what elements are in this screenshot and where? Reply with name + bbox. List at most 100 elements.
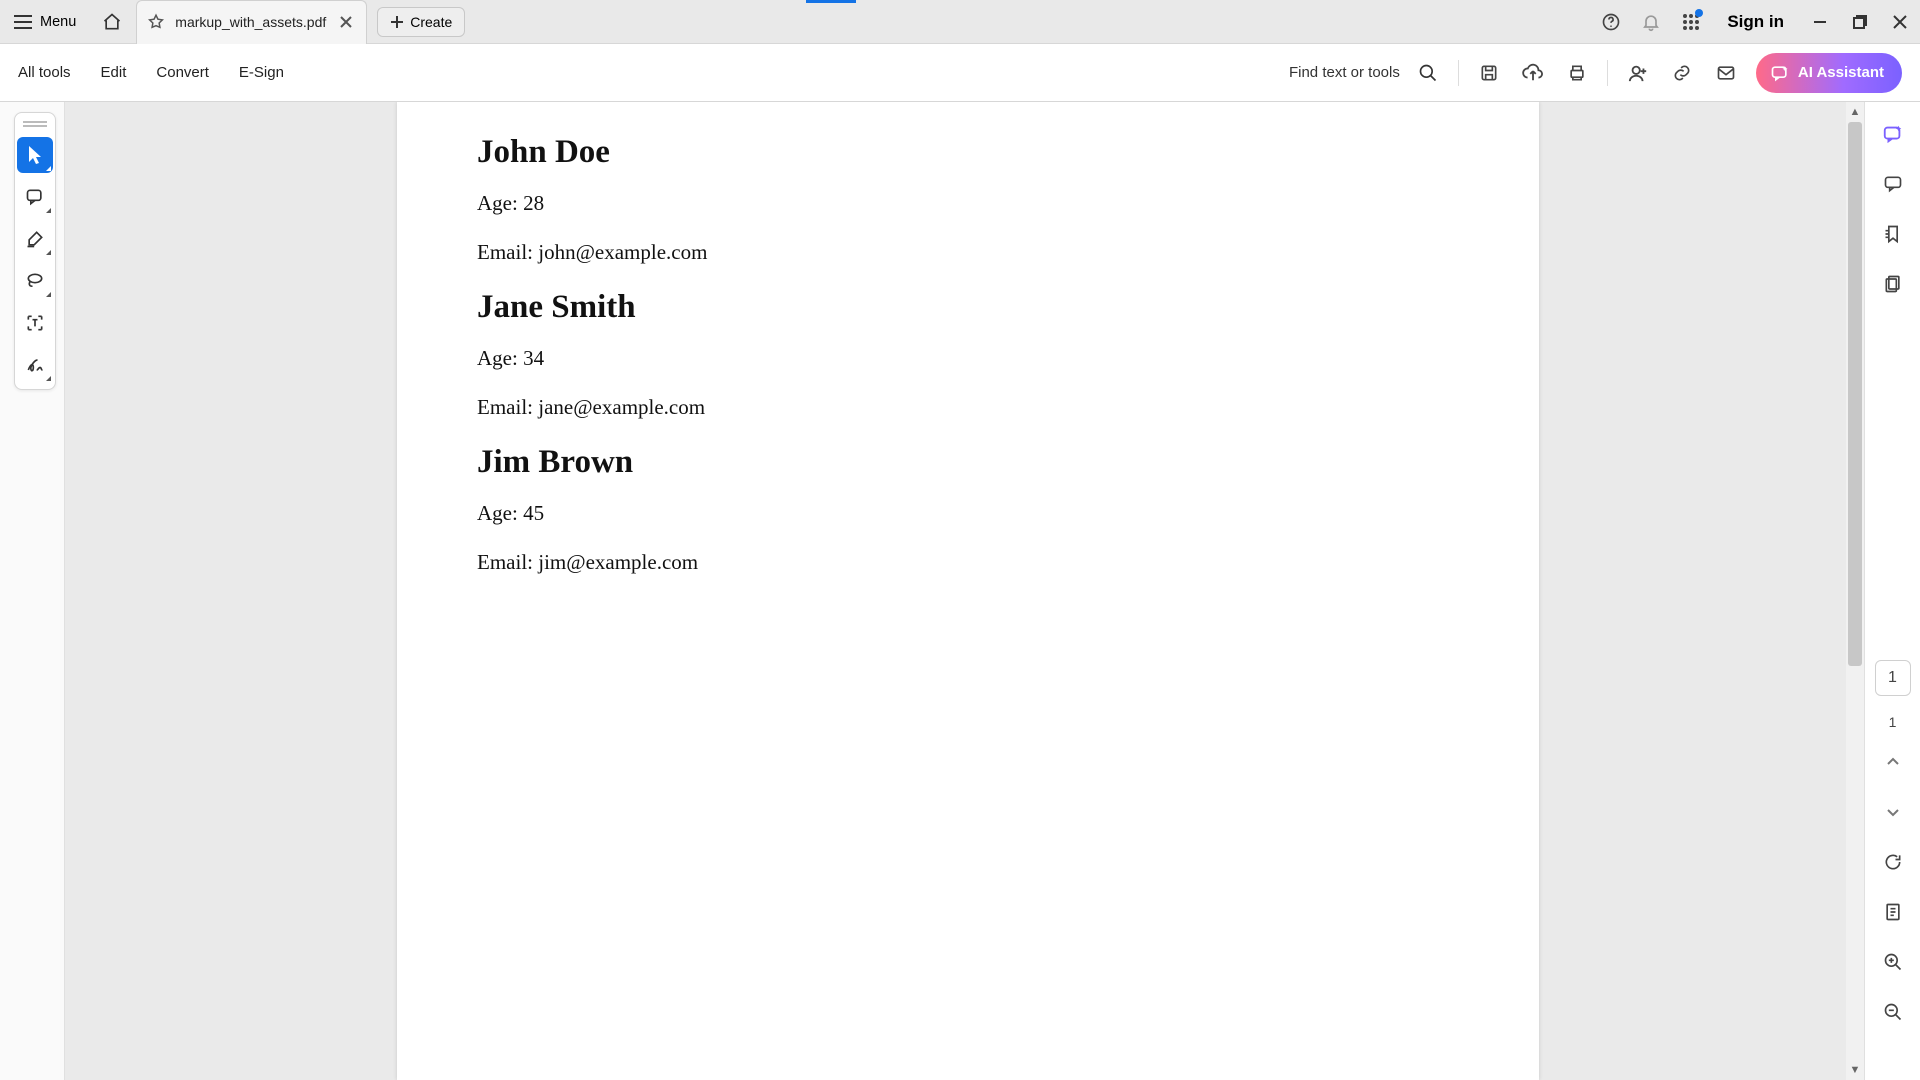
person-email: Email: john@example.com (477, 240, 1459, 265)
title-bar: Menu markup_with_assets.pdf Create Sign … (0, 0, 1920, 44)
cloud-upload-icon (1522, 63, 1544, 83)
plus-icon (390, 15, 404, 29)
minimize-icon (1813, 15, 1827, 29)
mail-icon (1716, 63, 1736, 83)
maximize-icon (1853, 15, 1867, 29)
comment-tool[interactable] (17, 179, 53, 215)
tab-filename: markup_with_assets.pdf (175, 14, 326, 30)
zoom-out-button[interactable] (1875, 994, 1911, 1030)
speech-bubble-icon (1883, 174, 1903, 194)
document-tab[interactable]: markup_with_assets.pdf (136, 0, 367, 44)
signature-icon (25, 355, 45, 375)
total-pages: 1 (1889, 714, 1897, 730)
rotate-icon (1883, 852, 1903, 872)
create-label: Create (410, 14, 452, 30)
loading-progress-bar (806, 0, 856, 3)
left-tool-strip (0, 102, 64, 1080)
lasso-icon (25, 271, 45, 291)
pages-icon (1883, 274, 1903, 294)
bookmark-icon (1883, 224, 1903, 244)
help-icon (1601, 12, 1621, 32)
all-tools-menu[interactable]: All tools (18, 64, 71, 81)
current-page-box[interactable]: 1 (1875, 660, 1911, 696)
print-icon (1567, 63, 1587, 83)
draw-tool[interactable] (17, 263, 53, 299)
page-display-button[interactable] (1875, 894, 1911, 930)
scroll-thumb[interactable] (1848, 122, 1862, 666)
separator (1607, 60, 1608, 86)
convert-menu[interactable]: Convert (156, 64, 209, 81)
comments-panel-button[interactable] (1875, 166, 1911, 202)
scroll-up-arrow[interactable]: ▲ (1846, 102, 1864, 122)
bell-icon (1641, 12, 1661, 32)
ai-assistant-label: AI Assistant (1798, 64, 1884, 81)
find-label[interactable]: Find text or tools (1289, 64, 1400, 81)
tab-close-button[interactable] (336, 12, 356, 32)
apps-button[interactable] (1671, 0, 1711, 44)
save-icon (1479, 63, 1499, 83)
person-email: Email: jim@example.com (477, 550, 1459, 575)
cursor-icon (26, 144, 44, 166)
person-email: Email: jane@example.com (477, 395, 1459, 420)
page-layout-icon (1883, 902, 1903, 922)
save-button[interactable] (1467, 53, 1511, 93)
chevron-down-icon (1885, 804, 1901, 820)
highlight-tool[interactable] (17, 221, 53, 257)
sparkle-chat-icon (1770, 63, 1790, 83)
link-icon (1672, 63, 1692, 83)
thumbnails-panel-button[interactable] (1875, 266, 1911, 302)
person-name: Jim Brown (477, 444, 1459, 481)
window-close-button[interactable] (1880, 0, 1920, 44)
edit-menu[interactable]: Edit (101, 64, 127, 81)
upload-button[interactable] (1511, 53, 1555, 93)
comment-icon (25, 187, 45, 207)
main-area: John Doe Age: 28 Email: john@example.com… (0, 102, 1920, 1080)
scroll-down-arrow[interactable]: ▼ (1846, 1060, 1864, 1080)
close-icon (1893, 15, 1907, 29)
toolbox-grip[interactable] (23, 121, 47, 127)
rotate-button[interactable] (1875, 844, 1911, 880)
pdf-page: John Doe Age: 28 Email: john@example.com… (397, 102, 1539, 1080)
home-button[interactable] (90, 0, 134, 44)
select-tool[interactable] (17, 137, 53, 173)
notifications-button[interactable] (1631, 0, 1671, 44)
window-maximize-button[interactable] (1840, 0, 1880, 44)
menu-button[interactable]: Menu (0, 0, 90, 43)
separator (1458, 60, 1459, 86)
window-minimize-button[interactable] (1800, 0, 1840, 44)
current-page-number: 1 (1888, 669, 1897, 687)
scroll-track[interactable] (1846, 122, 1864, 1060)
ai-panel-button[interactable] (1875, 116, 1911, 152)
person-age: Age: 28 (477, 191, 1459, 216)
text-select-tool[interactable] (17, 305, 53, 341)
link-button[interactable] (1660, 53, 1704, 93)
text-select-icon (25, 313, 45, 333)
home-icon (102, 12, 122, 32)
help-button[interactable] (1591, 0, 1631, 44)
zoom-in-button[interactable] (1875, 944, 1911, 980)
create-button[interactable]: Create (377, 7, 465, 37)
share-user-button[interactable] (1616, 53, 1660, 93)
page-up-button[interactable] (1875, 744, 1911, 780)
sign-tool[interactable] (17, 347, 53, 383)
hamburger-icon (14, 15, 32, 29)
document-viewport[interactable]: John Doe Age: 28 Email: john@example.com… (64, 102, 1864, 1080)
ai-chat-icon (1882, 123, 1904, 145)
bookmarks-panel-button[interactable] (1875, 216, 1911, 252)
page-down-button[interactable] (1875, 794, 1911, 830)
highlighter-icon (25, 229, 45, 249)
vertical-scrollbar[interactable]: ▲ ▼ (1846, 102, 1864, 1080)
search-icon (1418, 63, 1438, 83)
notification-dot (1695, 9, 1703, 17)
ai-assistant-button[interactable]: AI Assistant (1756, 53, 1902, 93)
sign-in-button[interactable]: Sign in (1711, 12, 1800, 32)
chevron-up-icon (1885, 754, 1901, 770)
selection-toolbox (14, 112, 56, 390)
person-age: Age: 34 (477, 346, 1459, 371)
email-button[interactable] (1704, 53, 1748, 93)
search-button[interactable] (1406, 53, 1450, 93)
esign-menu[interactable]: E-Sign (239, 64, 284, 81)
person-name: Jane Smith (477, 289, 1459, 326)
print-button[interactable] (1555, 53, 1599, 93)
right-panel-strip: 1 1 (1864, 102, 1920, 1080)
